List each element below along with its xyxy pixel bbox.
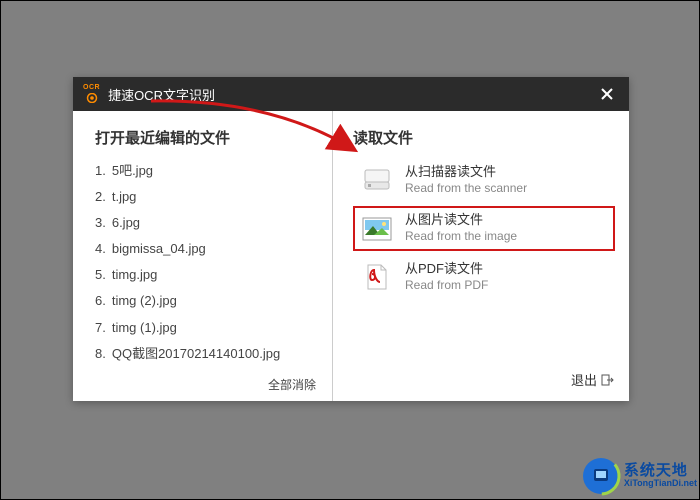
pdf-icon: [361, 263, 393, 291]
list-item[interactable]: 7.timg (1).jpg: [95, 315, 322, 341]
read-from-image[interactable]: 从图片读文件 Read from the image: [353, 206, 615, 250]
dialog-body: 打开最近编辑的文件 1.5吧.jpg 2.t.jpg 3.6.jpg 4.big…: [73, 111, 629, 401]
clear-all-button[interactable]: 全部消除: [95, 376, 322, 393]
close-button[interactable]: [593, 80, 621, 108]
list-item[interactable]: 3.6.jpg: [95, 210, 322, 236]
list-item[interactable]: 1.5吧.jpg: [95, 158, 322, 184]
watermark-title: 系统天地: [624, 463, 697, 480]
list-item[interactable]: 2.t.jpg: [95, 184, 322, 210]
read-panel: 读取文件 从扫描器读文件 Read from the scanner: [333, 111, 629, 401]
watermark-icon: [580, 455, 622, 497]
list-item[interactable]: 6.timg (2).jpg: [95, 288, 322, 314]
logo-text: OCR: [83, 84, 100, 91]
exit-button[interactable]: 退出: [353, 370, 615, 393]
read-from-pdf[interactable]: 从PDF读文件 Read from PDF: [353, 255, 615, 299]
option-cn: 从扫描器读文件: [405, 164, 527, 181]
window-title: 捷速OCR文字识别: [108, 85, 593, 104]
watermark: 系统天地 XiTongTianDi.net: [580, 455, 697, 497]
watermark-url: XiTongTianDi.net: [624, 479, 697, 489]
option-en: Read from the image: [405, 229, 517, 245]
read-from-scanner[interactable]: 从扫描器读文件 Read from the scanner: [353, 158, 615, 202]
recent-heading: 打开最近编辑的文件: [95, 127, 322, 148]
recent-panel: 打开最近编辑的文件 1.5吧.jpg 2.t.jpg 3.6.jpg 4.big…: [73, 111, 333, 401]
option-cn: 从PDF读文件: [405, 261, 488, 278]
list-item[interactable]: 4.bigmissa_04.jpg: [95, 236, 322, 262]
option-en: Read from the scanner: [405, 181, 527, 197]
ocr-start-dialog: OCR 捷速OCR文字识别 打开最近编辑的文件 1.5吧.jpg 2.t.jpg…: [73, 77, 629, 401]
option-cn: 从图片读文件: [405, 212, 517, 229]
titlebar: OCR 捷速OCR文字识别: [73, 77, 629, 111]
image-icon: [361, 215, 393, 243]
exit-icon: [601, 373, 615, 387]
option-en: Read from PDF: [405, 278, 488, 294]
list-item[interactable]: 5.timg.jpg: [95, 262, 322, 288]
list-item[interactable]: 8.QQ截图20170214140100.jpg: [95, 341, 322, 367]
eye-icon: [85, 91, 99, 105]
scanner-icon: [361, 166, 393, 194]
recent-list: 1.5吧.jpg 2.t.jpg 3.6.jpg 4.bigmissa_04.j…: [95, 158, 322, 376]
read-heading: 读取文件: [353, 127, 615, 148]
app-logo: OCR: [83, 84, 100, 105]
